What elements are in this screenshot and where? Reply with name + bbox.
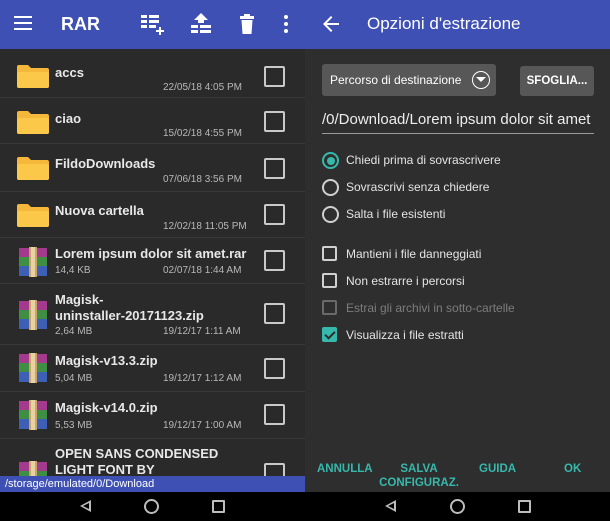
checkbox-icon <box>322 246 337 261</box>
menu-icon[interactable] <box>14 16 32 31</box>
folder-icon <box>17 204 49 227</box>
more-vert-icon[interactable] <box>275 12 301 36</box>
chevron-down-icon <box>472 71 490 89</box>
home-icon[interactable] <box>450 499 465 514</box>
home-icon[interactable] <box>144 499 159 514</box>
file-date: 12/02/18 11:05 PM <box>163 221 247 232</box>
file-size: 2,64 MB <box>55 326 93 337</box>
destination-path-input[interactable]: /0/Download/Lorem ipsum dolor sit amet <box>322 106 594 134</box>
file-date: 19/12/17 1:00 AM <box>163 420 242 431</box>
rar-archive-icon <box>19 353 47 383</box>
list-item[interactable]: Magisk-v14.0.zip 5,53 MB 19/12/17 1:00 A… <box>0 394 305 439</box>
destination-label: Percorso di destinazione <box>330 73 462 87</box>
extraction-options-screen: Opzioni d'estrazione Percorso di destina… <box>305 0 610 492</box>
file-name: FildoDownloads <box>55 156 156 171</box>
file-date: 22/05/18 4:05 PM <box>163 82 242 93</box>
option-label: Estrai gli archivi in sotto-cartelle <box>346 301 515 315</box>
cancel-button[interactable]: ANNULLA <box>317 462 373 476</box>
folder-icon <box>17 65 49 88</box>
radio-unselected-icon <box>322 179 339 196</box>
folder-icon <box>17 157 49 180</box>
select-checkbox[interactable] <box>264 303 285 324</box>
file-date: 19/12/17 1:11 AM <box>163 326 241 337</box>
back-icon[interactable] <box>385 500 396 512</box>
top-app-bar: Opzioni d'estrazione <box>305 0 610 49</box>
file-name: ciao <box>55 111 82 126</box>
list-item[interactable]: Lorem ipsum dolor sit amet.rar 14,4 KB 0… <box>0 240 305 284</box>
folder-icon <box>17 111 49 134</box>
list-item[interactable]: Magisk- uninstaller-20171123.zip 2,64 MB… <box>0 286 305 345</box>
list-item[interactable]: OPEN SANS CONDENSED LIGHT FONT BY <box>0 441 305 491</box>
checkbox-checked-icon <box>322 327 337 342</box>
option-label: Sovrascrivi senza chiedere <box>346 180 490 194</box>
recents-icon[interactable] <box>518 500 531 513</box>
rar-file-browser: RAR accs 22/05/18 4:05 PM ciao 15/02/18 … <box>0 0 305 492</box>
option-label: Visualizza i file estratti <box>346 328 464 342</box>
save-config-button[interactable]: SALVA CONFIGURAZ. <box>379 462 459 490</box>
ok-button[interactable]: OK <box>564 462 581 476</box>
file-name: accs <box>55 65 84 80</box>
app-title: RAR <box>61 14 100 34</box>
browse-button[interactable]: SFOGLIA... <box>520 66 594 96</box>
select-checkbox[interactable] <box>264 158 285 179</box>
rar-archive-icon <box>19 247 47 277</box>
delete-icon[interactable] <box>234 12 260 36</box>
select-checkbox[interactable] <box>264 358 285 379</box>
rar-archive-icon <box>19 300 47 330</box>
destination-dropdown[interactable]: Percorso di destinazione <box>322 64 496 96</box>
file-name: Magisk- uninstaller-20171123.zip <box>55 292 204 323</box>
list-item[interactable]: FildoDownloads 07/06/18 3:56 PM <box>0 147 305 192</box>
file-name: Magisk-v13.3.zip <box>55 353 158 368</box>
list-item[interactable]: Nuova cartella 12/02/18 11:05 PM <box>0 194 305 238</box>
back-arrow-icon[interactable] <box>319 12 343 36</box>
file-date: 19/12/17 1:12 AM <box>163 373 242 384</box>
file-date: 02/07/18 1:44 AM <box>163 265 242 276</box>
list-item[interactable]: accs 22/05/18 4:05 PM <box>0 55 305 98</box>
option-label: Mantieni i file danneggiati <box>346 247 482 261</box>
rar-archive-icon <box>19 400 47 430</box>
option-label: Salta i file esistenti <box>346 207 446 221</box>
back-icon[interactable] <box>80 500 91 512</box>
radio-unselected-icon <box>322 206 339 223</box>
extract-icon[interactable] <box>188 12 214 36</box>
file-name: Lorem ipsum dolor sit amet.rar <box>55 246 247 261</box>
file-name: Nuova cartella <box>55 203 144 218</box>
option-label: Non estrarre i percorsi <box>346 274 465 288</box>
file-date: 07/06/18 3:56 PM <box>163 174 242 185</box>
help-button[interactable]: GUIDA <box>479 462 516 476</box>
radio-selected-icon <box>322 152 339 169</box>
option-label: Chiedi prima di sovrascrivere <box>346 153 501 167</box>
file-date: 15/02/18 4:55 PM <box>163 128 242 139</box>
file-size: 5,53 MB <box>55 420 93 431</box>
system-nav-bar <box>0 492 610 521</box>
select-checkbox[interactable] <box>264 250 285 271</box>
checkbox-disabled-icon <box>322 300 337 315</box>
select-checkbox[interactable] <box>264 404 285 425</box>
checkbox-icon <box>322 273 337 288</box>
select-checkbox[interactable] <box>264 66 285 87</box>
top-app-bar: RAR <box>0 0 305 49</box>
list-item[interactable]: Magisk-v13.3.zip 5,04 MB 19/12/17 1:12 A… <box>0 347 305 392</box>
list-item[interactable]: ciao 15/02/18 4:55 PM <box>0 101 305 144</box>
current-path-bar: /storage/emulated/0/Download <box>0 476 305 492</box>
file-size: 5,04 MB <box>55 373 93 384</box>
file-name: Magisk-v14.0.zip <box>55 400 158 415</box>
recents-icon[interactable] <box>212 500 225 513</box>
select-checkbox[interactable] <box>264 204 285 225</box>
add-to-archive-icon[interactable] <box>139 12 165 36</box>
file-name: OPEN SANS CONDENSED LIGHT FONT BY <box>55 446 219 477</box>
select-checkbox[interactable] <box>264 111 285 132</box>
file-size: 14,4 KB <box>55 265 91 276</box>
page-title: Opzioni d'estrazione <box>367 14 521 33</box>
